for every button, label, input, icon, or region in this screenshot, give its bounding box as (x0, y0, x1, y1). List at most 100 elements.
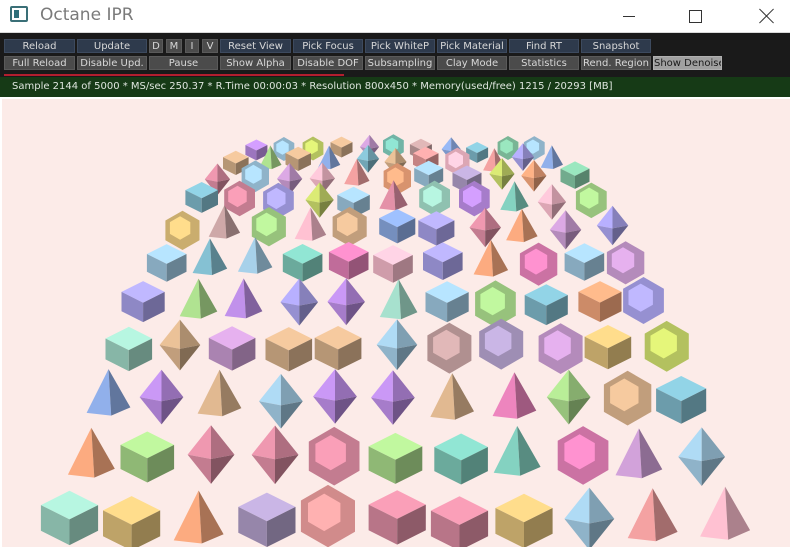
scene-shape (398, 279, 418, 320)
scene-shape (521, 208, 538, 243)
scene-shape (313, 369, 335, 401)
full-reload-button[interactable]: Full Reload (4, 56, 75, 70)
show-denoise-button[interactable]: Show Denoise (653, 56, 722, 70)
scene-shape (368, 158, 380, 173)
scene-shape (346, 301, 365, 326)
scene-shape (309, 162, 323, 181)
scene-shape (86, 369, 112, 416)
scene-shape (259, 401, 281, 429)
scene-shape (139, 397, 162, 425)
minimize-icon (623, 15, 635, 17)
scene-shape (313, 396, 335, 424)
pause-button[interactable]: Pause (149, 56, 218, 70)
reset-view-button[interactable]: Reset View (220, 39, 291, 53)
scene-shape (197, 369, 223, 417)
i-toggle-button[interactable]: I (185, 39, 199, 53)
app-icon (10, 6, 28, 22)
scene-shape (369, 134, 380, 149)
scene-shape (612, 205, 629, 229)
scene-shape (327, 301, 347, 326)
show-alpha-button[interactable]: Show Alpha (220, 56, 291, 70)
scene-shape (335, 369, 357, 401)
scene-shape (441, 137, 452, 152)
disable-upd-button[interactable]: Disable Upd. (77, 56, 147, 70)
scene-shape (243, 278, 263, 319)
close-button[interactable] (744, 0, 790, 32)
scene-shape (493, 425, 521, 476)
scene-shape (198, 490, 224, 544)
scene-shape (596, 225, 613, 246)
scene-shape (546, 369, 569, 402)
maximize-button[interactable] (672, 0, 718, 32)
subsampling-button[interactable]: Subsampling (365, 56, 435, 70)
scene-shape (192, 238, 212, 276)
scene-shape (589, 518, 615, 547)
scene-shape (187, 454, 211, 484)
render-viewport[interactable] (2, 99, 790, 547)
scene-shape (546, 397, 569, 425)
rendered-scene (40, 134, 751, 547)
rend-region-button[interactable]: Rend. Region (581, 56, 651, 70)
scene-shape (319, 199, 334, 218)
disable-dof-button[interactable]: Disable DOF (293, 56, 363, 70)
scene-shape (91, 427, 115, 478)
scene-shape (161, 369, 184, 402)
pick-material-button[interactable]: Pick Material (437, 39, 507, 53)
scene-shape (551, 145, 563, 169)
scene-shape (67, 427, 95, 478)
scene-shape (392, 397, 415, 425)
scene-shape (209, 238, 228, 276)
scene-shape (490, 239, 509, 277)
snapshot-button[interactable]: Snapshot (581, 39, 651, 53)
scene-shape (627, 488, 656, 542)
scene-shape (615, 428, 642, 479)
scene-shape (280, 278, 300, 306)
scene-shape (179, 278, 201, 319)
scene-shape (280, 401, 303, 429)
scene-shape (473, 239, 493, 277)
scene-shape (725, 486, 751, 540)
scene-shape (139, 369, 162, 402)
scene-shape (159, 345, 180, 371)
scene-shape (678, 427, 702, 462)
scene-shape (251, 425, 275, 460)
maximize-icon (688, 9, 702, 23)
scene-shape (489, 173, 502, 190)
scene-shape (589, 487, 615, 524)
reload-button[interactable]: Reload (4, 39, 75, 53)
scene-shape (638, 428, 663, 479)
scene-shape (379, 279, 401, 320)
update-button[interactable]: Update (77, 39, 147, 53)
scene-shape (335, 396, 357, 424)
scene-shape (344, 158, 359, 186)
d-toggle-button[interactable]: D (149, 39, 163, 53)
scene-shape (678, 456, 702, 486)
scene-shape (652, 488, 678, 542)
statistics-button[interactable]: Statistics (509, 56, 579, 70)
scene-shape (159, 319, 180, 349)
scene-shape (514, 181, 529, 212)
scene-shape (187, 425, 211, 459)
scene-shape (492, 372, 518, 419)
title-bar: Octane IPR (0, 0, 790, 33)
scene-shape (179, 345, 201, 371)
scene-shape (701, 456, 726, 486)
scene-shape (551, 184, 567, 205)
pick-whitep-button[interactable]: Pick WhiteP (365, 39, 435, 53)
clay-mode-button[interactable]: Clay Mode (437, 56, 507, 70)
scene-shape (392, 370, 415, 402)
scene-shape (219, 369, 242, 417)
scene-shape (208, 205, 227, 239)
scene-shape (521, 175, 534, 192)
scene-shape (161, 397, 184, 425)
scene-shape (204, 163, 218, 182)
scene-shape (700, 486, 729, 540)
scene-shape (237, 237, 258, 274)
pick-focus-button[interactable]: Pick Focus (293, 39, 363, 53)
minimize-button[interactable] (606, 0, 652, 32)
scene-shape (376, 319, 397, 349)
v-toggle-button[interactable]: V (202, 39, 218, 53)
m-toggle-button[interactable]: M (166, 39, 182, 53)
find-rt-button[interactable]: Find RT (509, 39, 579, 53)
scene-shape (327, 278, 347, 306)
